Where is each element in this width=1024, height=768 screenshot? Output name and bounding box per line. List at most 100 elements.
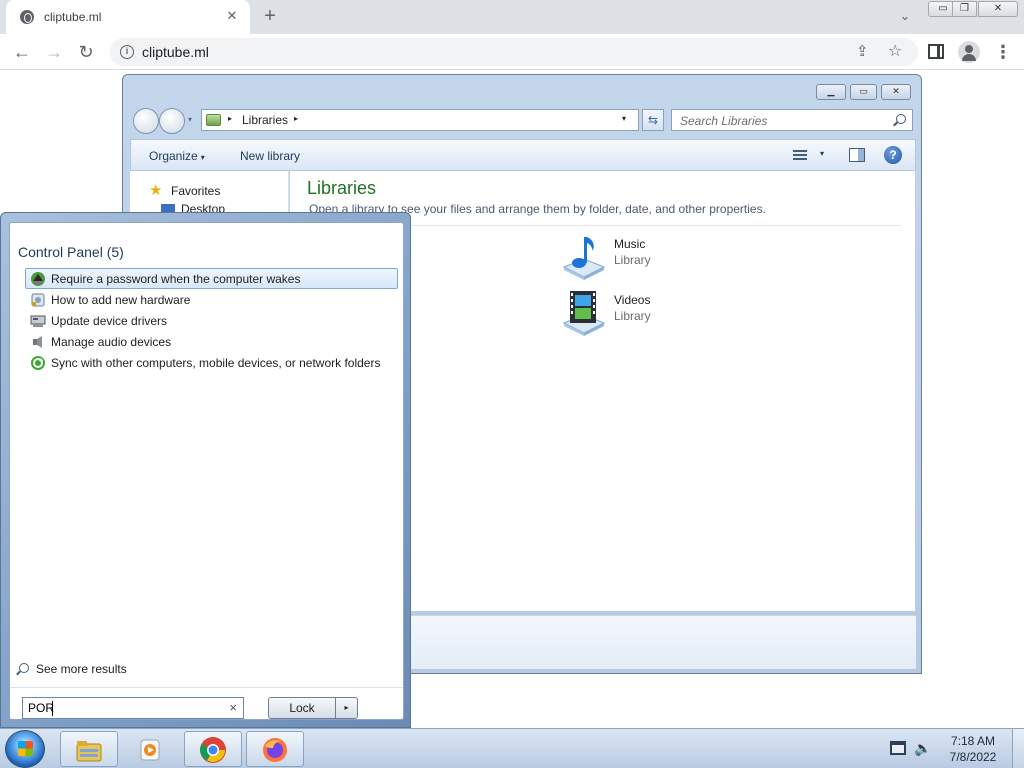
firefox-icon (263, 738, 287, 762)
breadcrumb-arrow-icon[interactable]: ▸ (294, 114, 298, 123)
back-button[interactable]: ← (11, 41, 33, 63)
refresh-button[interactable]: ⇆ (642, 109, 664, 131)
library-type: Library (614, 253, 651, 267)
result-label: How to add new hardware (51, 293, 191, 307)
power-options-icon (31, 272, 45, 286)
tab-close-icon[interactable]: ✕ (224, 8, 240, 24)
clear-search-icon[interactable]: × (229, 700, 237, 715)
hardware-icon (31, 293, 45, 307)
music-library-icon (562, 237, 606, 280)
media-player-icon (140, 739, 160, 761)
clock-time: 7:18 AM (950, 734, 996, 748)
search-input-value[interactable]: POR (28, 701, 54, 715)
library-item-videos[interactable]: Videos Library (560, 289, 780, 339)
command-bar: Organize ▾ New library ▾ ? (130, 139, 916, 171)
library-item-music[interactable]: Music Library (560, 233, 780, 283)
see-more-results-link[interactable]: See more results (36, 662, 127, 676)
shutdown-options-arrow-icon[interactable]: ▸ (336, 697, 358, 719)
new-tab-button[interactable]: + (260, 6, 280, 26)
address-dropdown-icon[interactable]: ▾ (622, 114, 626, 123)
result-sync-center[interactable]: Sync with other computers, mobile device… (25, 352, 398, 373)
taskbar-windows-explorer[interactable] (60, 731, 118, 767)
bookmark-star-icon[interactable]: ☆ (888, 41, 902, 61)
explorer-minimize-button[interactable]: ▁ (816, 84, 846, 100)
sync-center-icon (31, 356, 45, 370)
tab-search-chevron-icon[interactable]: ⌄ (896, 8, 914, 26)
page-title: Libraries (307, 178, 377, 198)
breadcrumb-arrow-icon[interactable]: ▸ (228, 114, 232, 123)
site-info-icon[interactable]: i (120, 45, 134, 59)
text-caret (52, 701, 53, 716)
share-icon[interactable]: ⇪ (856, 42, 869, 60)
help-icon[interactable]: ? (884, 146, 902, 164)
library-name: Music (614, 237, 646, 251)
browser-tabstrip: cliptube.ml ✕ + ⌄ ▭ ❐ ✕ (0, 0, 1024, 34)
organize-button[interactable]: Organize ▾ (149, 149, 205, 163)
taskbar-firefox[interactable] (246, 731, 304, 767)
result-label: Manage audio devices (51, 335, 172, 349)
start-search-input[interactable]: POR × (22, 697, 244, 719)
result-label: Require a password when the computer wak… (51, 272, 301, 286)
change-view-icon[interactable] (793, 148, 807, 162)
chevron-down-icon: ▾ (200, 153, 205, 162)
browser-menu-icon[interactable]: ⋮ (994, 41, 1012, 63)
device-manager-icon (30, 315, 46, 327)
restore-window-button[interactable]: ❐ (952, 1, 977, 17)
profile-avatar-icon[interactable] (958, 41, 980, 63)
globe-icon (20, 10, 34, 24)
result-add-hardware[interactable]: How to add new hardware (25, 289, 398, 310)
nav-item-favorites[interactable]: Favorites (171, 184, 220, 198)
result-label: Update device drivers (51, 314, 168, 328)
result-label: Sync with other computers, mobile device… (51, 356, 381, 370)
library-type: Library (614, 309, 651, 323)
start-button[interactable] (5, 730, 45, 768)
system-clock[interactable]: 7:18 AM 7/8/2022 (946, 733, 1000, 765)
close-window-button[interactable]: ✕ (978, 1, 1018, 17)
library-name: Videos (614, 293, 651, 307)
libraries-folder-icon (206, 114, 221, 126)
windows-explorer-icon (76, 741, 102, 762)
speaker-icon (33, 336, 42, 348)
reload-button[interactable]: ↻ (75, 41, 97, 63)
breadcrumb-libraries[interactable]: Libraries (242, 113, 288, 127)
start-menu-results-pane: Control Panel (5) Require a password whe… (9, 222, 404, 720)
organize-label: Organize (149, 149, 198, 163)
result-require-password[interactable]: Require a password when the computer wak… (25, 268, 398, 289)
browser-toolbar: ← → ↻ i cliptube.ml ⇪ ☆ ⋮ (0, 34, 1024, 70)
search-icon[interactable] (896, 114, 906, 124)
new-library-button[interactable]: New library (240, 149, 300, 163)
chrome-icon (200, 737, 226, 763)
forward-button[interactable]: → (43, 41, 65, 63)
view-options-chevron-icon[interactable]: ▾ (820, 149, 824, 158)
explorer-back-button[interactable] (133, 108, 159, 134)
search-icon (19, 663, 29, 673)
results-group-heading[interactable]: Control Panel (5) (18, 244, 124, 260)
preview-pane-icon[interactable] (849, 148, 865, 162)
search-results-list: Require a password when the computer wak… (25, 268, 398, 373)
explorer-address-bar[interactable]: ▸ Libraries ▸ ▾ (201, 109, 639, 131)
start-menu: Control Panel (5) Require a password whe… (0, 212, 411, 728)
taskbar-chrome[interactable] (184, 731, 242, 767)
result-manage-audio[interactable]: Manage audio devices (25, 331, 398, 352)
explorer-close-button[interactable]: ✕ (881, 84, 911, 100)
clock-date: 7/8/2022 (949, 750, 997, 764)
show-desktop-button[interactable] (1012, 729, 1024, 768)
videos-library-icon (562, 291, 606, 336)
favorites-star-icon: ★ (149, 182, 163, 199)
taskbar-media-player[interactable] (122, 731, 180, 767)
explorer-search-input[interactable]: Search Libraries (671, 109, 913, 131)
url-text[interactable]: cliptube.ml (142, 44, 209, 60)
result-update-drivers[interactable]: Update device drivers (25, 310, 398, 331)
divider (10, 687, 403, 688)
network-icon[interactable] (890, 741, 906, 755)
browser-tab[interactable]: cliptube.ml ✕ (6, 0, 250, 34)
explorer-forward-button[interactable] (159, 108, 185, 134)
address-bar[interactable]: i cliptube.ml ⇪ ☆ (110, 38, 918, 66)
explorer-maximize-button[interactable]: ▭ (850, 84, 877, 100)
side-panel-icon[interactable] (928, 44, 944, 59)
taskbar: 🔈 7:18 AM 7/8/2022 (0, 728, 1024, 768)
recent-pages-chevron-icon[interactable]: ▾ (188, 115, 192, 124)
search-placeholder: Search Libraries (680, 114, 768, 128)
lock-button[interactable]: Lock (268, 697, 336, 719)
volume-icon[interactable]: 🔈 (914, 740, 931, 757)
